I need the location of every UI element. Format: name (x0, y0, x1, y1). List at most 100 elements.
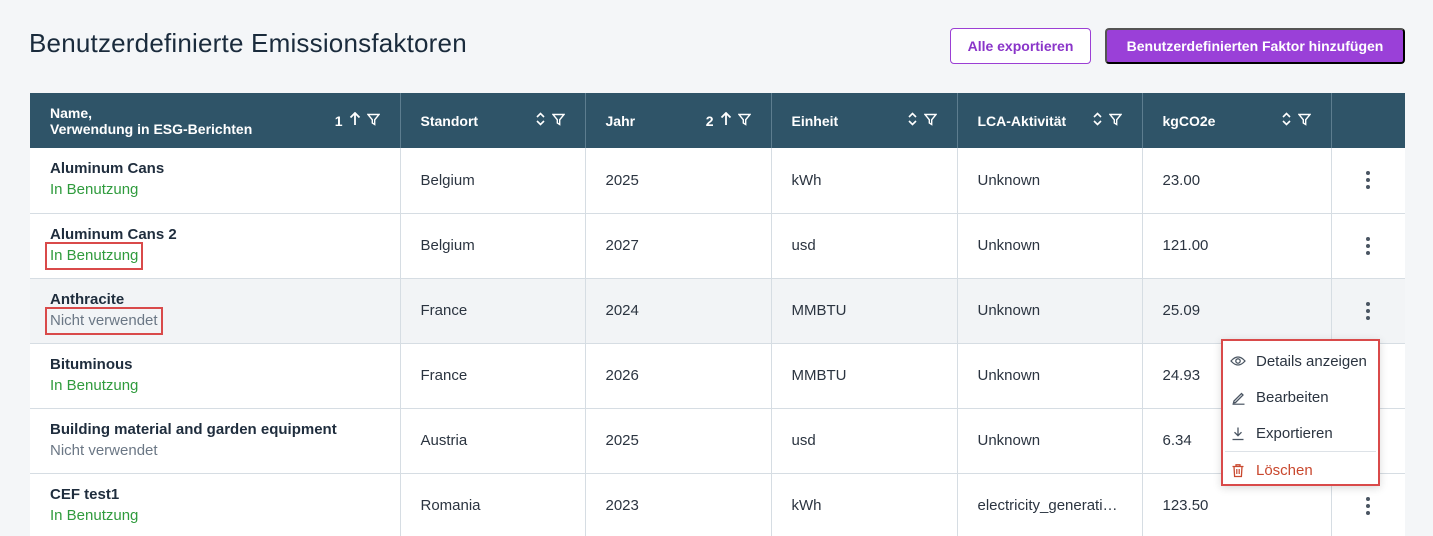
filter-icon[interactable] (923, 113, 937, 129)
cell-location: France (400, 343, 586, 409)
sort-both-icon[interactable] (1092, 112, 1103, 129)
cell-unit: usd (771, 408, 958, 474)
row-name: CEF test1 (50, 485, 120, 503)
cell-kgco2e: 25.09 (1142, 278, 1332, 344)
column-header-unit[interactable]: Einheit (771, 93, 958, 148)
cell-unit: kWh (771, 148, 958, 214)
page-title: Benutzerdefinierte Emissionsfaktoren (29, 28, 467, 58)
emission-factors-table: Name, Verwendung in ESG-Berichten 1 Stan… (30, 93, 1405, 536)
filter-icon[interactable] (551, 113, 565, 129)
download-icon (1230, 425, 1246, 441)
cell-lca-activity: Unknown (957, 213, 1143, 279)
cell-location: Romania (400, 473, 586, 536)
sort-both-icon[interactable] (1281, 112, 1292, 129)
cell-unit: usd (771, 213, 958, 279)
sort-both-icon[interactable] (907, 112, 918, 129)
table-row[interactable]: Aluminum Cans In Benutzung Belgium 2025 … (30, 148, 1405, 214)
cell-lca-activity: Unknown (957, 148, 1143, 214)
sort-index-badge: 1 (334, 112, 343, 129)
status-label: Nicht verwendet (50, 441, 158, 459)
column-header-lca-activity[interactable]: LCA-Aktivität (957, 93, 1143, 148)
cell-kgco2e: 23.00 (1142, 148, 1332, 214)
table-row[interactable]: Anthracite Nicht verwendet France 2024 M… (30, 278, 1405, 344)
sort-both-icon[interactable] (535, 112, 546, 129)
status-label: In Benutzung (50, 376, 139, 394)
cell-actions (1331, 148, 1405, 214)
menu-item-label: Details anzeigen (1256, 352, 1367, 370)
table-row[interactable]: Bituminous In Benutzung France 2026 MMBT… (30, 343, 1405, 409)
more-vertical-icon[interactable] (1358, 236, 1378, 255)
row-name: Bituminous (50, 355, 133, 373)
pencil-icon (1230, 389, 1246, 405)
sort-arrow-up-icon[interactable] (720, 111, 732, 129)
cell-actions (1331, 278, 1405, 344)
cell-lca-activity: Unknown (957, 408, 1143, 474)
column-label-location: Standort (420, 112, 479, 129)
cell-name: Aluminum Cans 2 In Benutzung (30, 213, 401, 279)
cell-year: 2026 (585, 343, 772, 409)
cell-location: Belgium (400, 213, 586, 279)
status-label: In Benutzung (44, 241, 144, 270)
cell-year: 2023 (585, 473, 772, 536)
cell-name: CEF test1 In Benutzung (30, 473, 401, 536)
status-label: In Benutzung (50, 506, 139, 524)
sort-index-badge: 2 (705, 112, 714, 129)
add-custom-factor-button[interactable]: Benutzerdefinierten Faktor hinzufügen (1105, 28, 1405, 64)
filter-icon[interactable] (1108, 113, 1122, 129)
more-vertical-icon[interactable] (1358, 171, 1378, 190)
menu-item-view-details[interactable]: Details anzeigen (1223, 343, 1378, 379)
status-label: Nicht verwendet (45, 306, 163, 335)
cell-name: Bituminous In Benutzung (30, 343, 401, 409)
menu-item-delete[interactable]: Löschen (1223, 452, 1378, 488)
column-label-name-line1: Name, (50, 104, 93, 121)
table-row[interactable]: Aluminum Cans 2 In Benutzung Belgium 202… (30, 213, 1405, 279)
column-label-name-line2: Verwendung in ESG-Berichten (50, 120, 253, 137)
filter-icon[interactable] (366, 113, 380, 129)
column-header-year[interactable]: Jahr 2 (585, 93, 772, 148)
sort-arrow-up-icon[interactable] (349, 111, 361, 129)
cell-location: Austria (400, 408, 586, 474)
export-all-button[interactable]: Alle exportieren (950, 28, 1091, 64)
cell-year: 2025 (585, 408, 772, 474)
cell-lca-activity: electricity_generati… (957, 473, 1143, 536)
cell-year: 2025 (585, 148, 772, 214)
cell-kgco2e: 121.00 (1142, 213, 1332, 279)
cell-lca-activity: Unknown (957, 343, 1143, 409)
cell-unit: kWh (771, 473, 958, 536)
column-label-lca-activity: LCA-Aktivität (977, 112, 1067, 129)
cell-location: Belgium (400, 148, 586, 214)
cell-name: Building material and garden equipment N… (30, 408, 401, 474)
more-vertical-icon[interactable] (1358, 301, 1378, 320)
cell-unit: MMBTU (771, 343, 958, 409)
cell-lca-activity: Unknown (957, 278, 1143, 344)
cell-year: 2024 (585, 278, 772, 344)
eye-icon (1230, 353, 1246, 369)
row-name: Anthracite (50, 290, 125, 308)
column-label-unit: Einheit (791, 112, 839, 129)
filter-icon[interactable] (1297, 113, 1311, 129)
column-header-actions (1331, 93, 1405, 148)
cell-actions (1331, 213, 1405, 279)
status-label: In Benutzung (50, 181, 139, 199)
cell-location: France (400, 278, 586, 344)
table-row[interactable]: CEF test1 In Benutzung Romania 2023 kWh … (30, 473, 1405, 536)
table-row[interactable]: Building material and garden equipment N… (30, 408, 1405, 474)
column-header-kgco2e[interactable]: kgCO2e (1142, 93, 1332, 148)
column-header-name[interactable]: Name, Verwendung in ESG-Berichten 1 (30, 93, 401, 148)
column-label-year: Jahr (605, 112, 636, 129)
column-header-location[interactable]: Standort (400, 93, 586, 148)
menu-item-edit[interactable]: Bearbeiten (1223, 379, 1378, 415)
row-actions-menu: Details anzeigen Bearbeiten Exportieren … (1221, 339, 1380, 486)
trash-icon (1230, 462, 1246, 478)
table-header-row: Name, Verwendung in ESG-Berichten 1 Stan… (30, 93, 1405, 148)
more-vertical-icon[interactable] (1358, 496, 1378, 515)
menu-item-export[interactable]: Exportieren (1223, 415, 1378, 451)
cell-unit: MMBTU (771, 278, 958, 344)
menu-item-label: Bearbeiten (1256, 388, 1329, 406)
filter-icon[interactable] (737, 113, 751, 129)
menu-item-label: Löschen (1256, 461, 1313, 479)
row-name: Building material and garden equipment (50, 420, 337, 438)
column-label-kgco2e: kgCO2e (1162, 112, 1216, 129)
row-name: Aluminum Cans 2 (50, 225, 177, 243)
menu-item-label: Exportieren (1256, 424, 1333, 442)
